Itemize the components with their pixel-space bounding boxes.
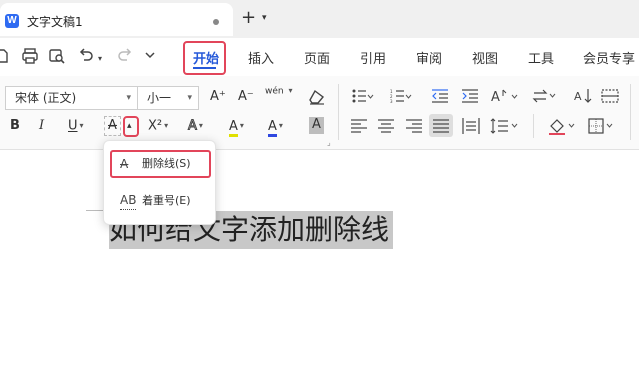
distributed-align-icon[interactable] (462, 118, 480, 134)
svg-text:A: A (574, 90, 582, 103)
tab-start[interactable]: 开始 (193, 48, 219, 67)
folder-icon[interactable] (0, 48, 10, 64)
tab-member[interactable]: 会员专享 (583, 48, 635, 67)
strikethrough-icon: A̶ (120, 157, 129, 171)
highlight-color-button[interactable]: A ▾ (229, 118, 244, 137)
bold-icon: B (10, 118, 20, 133)
font-name-select[interactable]: 宋体 (正文) ▾ (5, 86, 138, 110)
text-effects-button[interactable]: A ▾ (188, 118, 203, 135)
new-tab-button[interactable]: + (241, 9, 256, 27)
text-direction-icon[interactable]: A (491, 88, 519, 104)
unsaved-indicator-icon[interactable] (213, 19, 219, 25)
highlighter-icon: A (229, 118, 238, 137)
document-tab[interactable]: W 文字文稿1 (0, 3, 233, 36)
font-group-launcher-icon[interactable]: ⌟ (327, 138, 331, 147)
justify-button[interactable] (429, 114, 453, 137)
shrink-font-icon: A⁻ (238, 89, 254, 104)
character-shading-button[interactable]: A (309, 117, 324, 134)
phonetic-guide-button[interactable]: wén ▾ (265, 86, 293, 97)
clear-format-icon[interactable] (308, 89, 326, 105)
group-separator (630, 84, 631, 140)
menu-item-emphasis-mark[interactable]: AB 着重号(E) (110, 187, 211, 215)
strikethrough-dropdown-menu: A̶ 删除线(S) AB 着重号(E) (103, 140, 216, 225)
grow-font-button[interactable]: A⁺ (210, 89, 226, 105)
strikethrough-icon: A̶ (108, 118, 117, 133)
emphasis-mark-icon: AB (120, 191, 137, 210)
justify-icon (433, 119, 449, 133)
font-size-select[interactable]: 小一 ▾ (137, 86, 199, 110)
undo-chevron-icon[interactable]: ▾ (98, 50, 102, 68)
superscript-icon: X² (148, 118, 163, 134)
chevron-down-icon: ▾ (164, 121, 169, 130)
sort-icon[interactable]: A (574, 88, 594, 104)
chevron-down-icon: ▾ (187, 93, 192, 103)
active-tab-underline (193, 67, 216, 69)
decrease-indent-icon[interactable] (432, 89, 448, 103)
document-canvas[interactable] (0, 150, 639, 370)
italic-button[interactable]: I (39, 118, 44, 134)
strikethrough-dropdown-button[interactable]: ▴ (127, 118, 132, 134)
show-marks-icon[interactable] (601, 88, 619, 104)
phonetic-label: wén (265, 86, 284, 97)
writer-logo-icon: W (5, 14, 19, 28)
chevron-down-icon: ▾ (278, 121, 283, 130)
tab-view[interactable]: 视图 (472, 48, 498, 67)
borders-icon[interactable] (588, 118, 616, 134)
title-tab-bar: W 文字文稿1 + ▾ (0, 0, 639, 38)
paragraph-shading-icon[interactable] (547, 117, 577, 135)
svg-text:A: A (491, 90, 500, 104)
line-sort-icon[interactable] (532, 88, 558, 104)
svg-text:3: 3 (390, 99, 393, 103)
menu-item-label: 删除线(S) (142, 157, 191, 170)
align-left-icon[interactable] (351, 119, 367, 133)
tab-insert[interactable]: 插入 (248, 48, 274, 67)
menu-item-label: 着重号(E) (142, 194, 191, 207)
redo-icon[interactable] (117, 47, 133, 63)
character-shading-icon: A (312, 117, 321, 132)
text-effects-icon: A (188, 118, 198, 134)
line-spacing-icon[interactable] (490, 118, 520, 134)
tab-page[interactable]: 页面 (304, 48, 330, 67)
group-separator (338, 84, 339, 140)
font-color-icon: A (268, 118, 277, 137)
menu-item-strikethrough[interactable]: A̶ 删除线(S) (110, 150, 211, 178)
superscript-button[interactable]: X² ▾ (148, 118, 168, 135)
chevron-down-icon: ▾ (126, 93, 131, 103)
print-preview-icon[interactable] (48, 47, 66, 65)
font-name-value: 宋体 (正文) (15, 91, 77, 105)
menu-row: ▾ 开始 插入 页面 引用 审阅 视图 工具 会员专享 (0, 38, 639, 76)
chevron-down-icon: ▾ (239, 121, 244, 130)
underline-icon: U (68, 118, 78, 134)
tab-tools[interactable]: 工具 (528, 48, 554, 67)
chevron-down-icon: ▾ (79, 121, 84, 130)
underline-button[interactable]: U ▾ (68, 118, 84, 135)
align-right-icon[interactable] (406, 119, 422, 133)
tab-review[interactable]: 审阅 (416, 48, 442, 67)
group-separator (533, 114, 534, 138)
document-tab-title: 文字文稿1 (27, 15, 83, 29)
strikethrough-button[interactable]: A̶ (104, 116, 121, 136)
align-center-icon[interactable] (378, 119, 394, 133)
home-ribbon: 宋体 (正文) ▾ 小一 ▾ A⁺ A⁻ wén ▾ B I U ▾ A̶ ▴ X… (0, 76, 639, 150)
undo-icon[interactable] (78, 47, 94, 63)
bold-button[interactable]: B (10, 118, 20, 134)
grow-font-icon: A⁺ (210, 89, 226, 104)
font-size-value: 小一 (147, 91, 172, 105)
tab-references[interactable]: 引用 (360, 48, 386, 67)
numbered-list-icon[interactable]: 123 (390, 89, 412, 103)
font-color-button[interactable]: A ▾ (268, 118, 283, 137)
increase-indent-icon[interactable] (462, 89, 478, 103)
printer-icon[interactable] (21, 47, 39, 65)
shrink-font-button[interactable]: A⁻ (238, 89, 254, 105)
new-tab-menu-chevron-icon[interactable]: ▾ (262, 13, 267, 23)
italic-icon: I (39, 118, 45, 133)
chevron-down-icon: ▾ (198, 121, 203, 130)
bullet-list-icon[interactable] (352, 89, 374, 103)
chevron-down-icon[interactable] (144, 49, 156, 61)
chevron-down-icon: ▾ (288, 86, 293, 95)
